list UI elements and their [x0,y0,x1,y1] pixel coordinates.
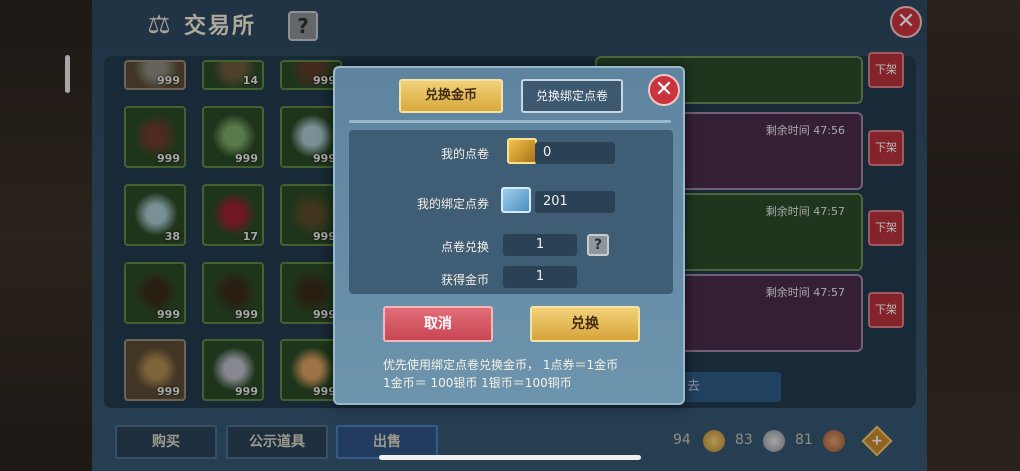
exchange-amount-label: 点卷兑换 [440,240,489,254]
tab-exchange-coin[interactable]: 兑换金币 [399,79,503,113]
obtain-coin-label: 获得金币 [440,273,489,287]
exchange-rule-line1: 优先使用绑定点卷兑换金币， 1点券＝1金币 [383,358,619,372]
help-button[interactable]: ? [587,234,609,256]
exchange-amount-input[interactable]: 1 [503,234,577,256]
point-ticket-icon [507,138,537,164]
my-bound-label: 我的绑定点券 [416,197,489,211]
divider [349,120,671,123]
exchange-button[interactable]: 兑换 [530,306,640,342]
exchange-rule-line2: 1金币＝ 100银币 1银币＝100铜币 [383,376,572,390]
my-points-label: 我的点卷 [440,147,489,161]
cancel-button[interactable]: 取消 [383,306,493,342]
exchange-modal: 兑换金币 兑换绑定点卷 ✕ 我的点卷 0 我的绑定点券 201 点卷兑换 1 ?… [333,66,685,405]
home-indicator[interactable] [379,455,641,460]
obtain-coin-value: 1 [503,266,577,288]
my-points-value: 0 [535,142,615,164]
close-icon[interactable]: ✕ [648,74,680,106]
bound-ticket-icon [501,187,531,213]
my-bound-value: 201 [535,191,615,213]
tab-exchange-bound[interactable]: 兑换绑定点卷 [521,79,623,113]
